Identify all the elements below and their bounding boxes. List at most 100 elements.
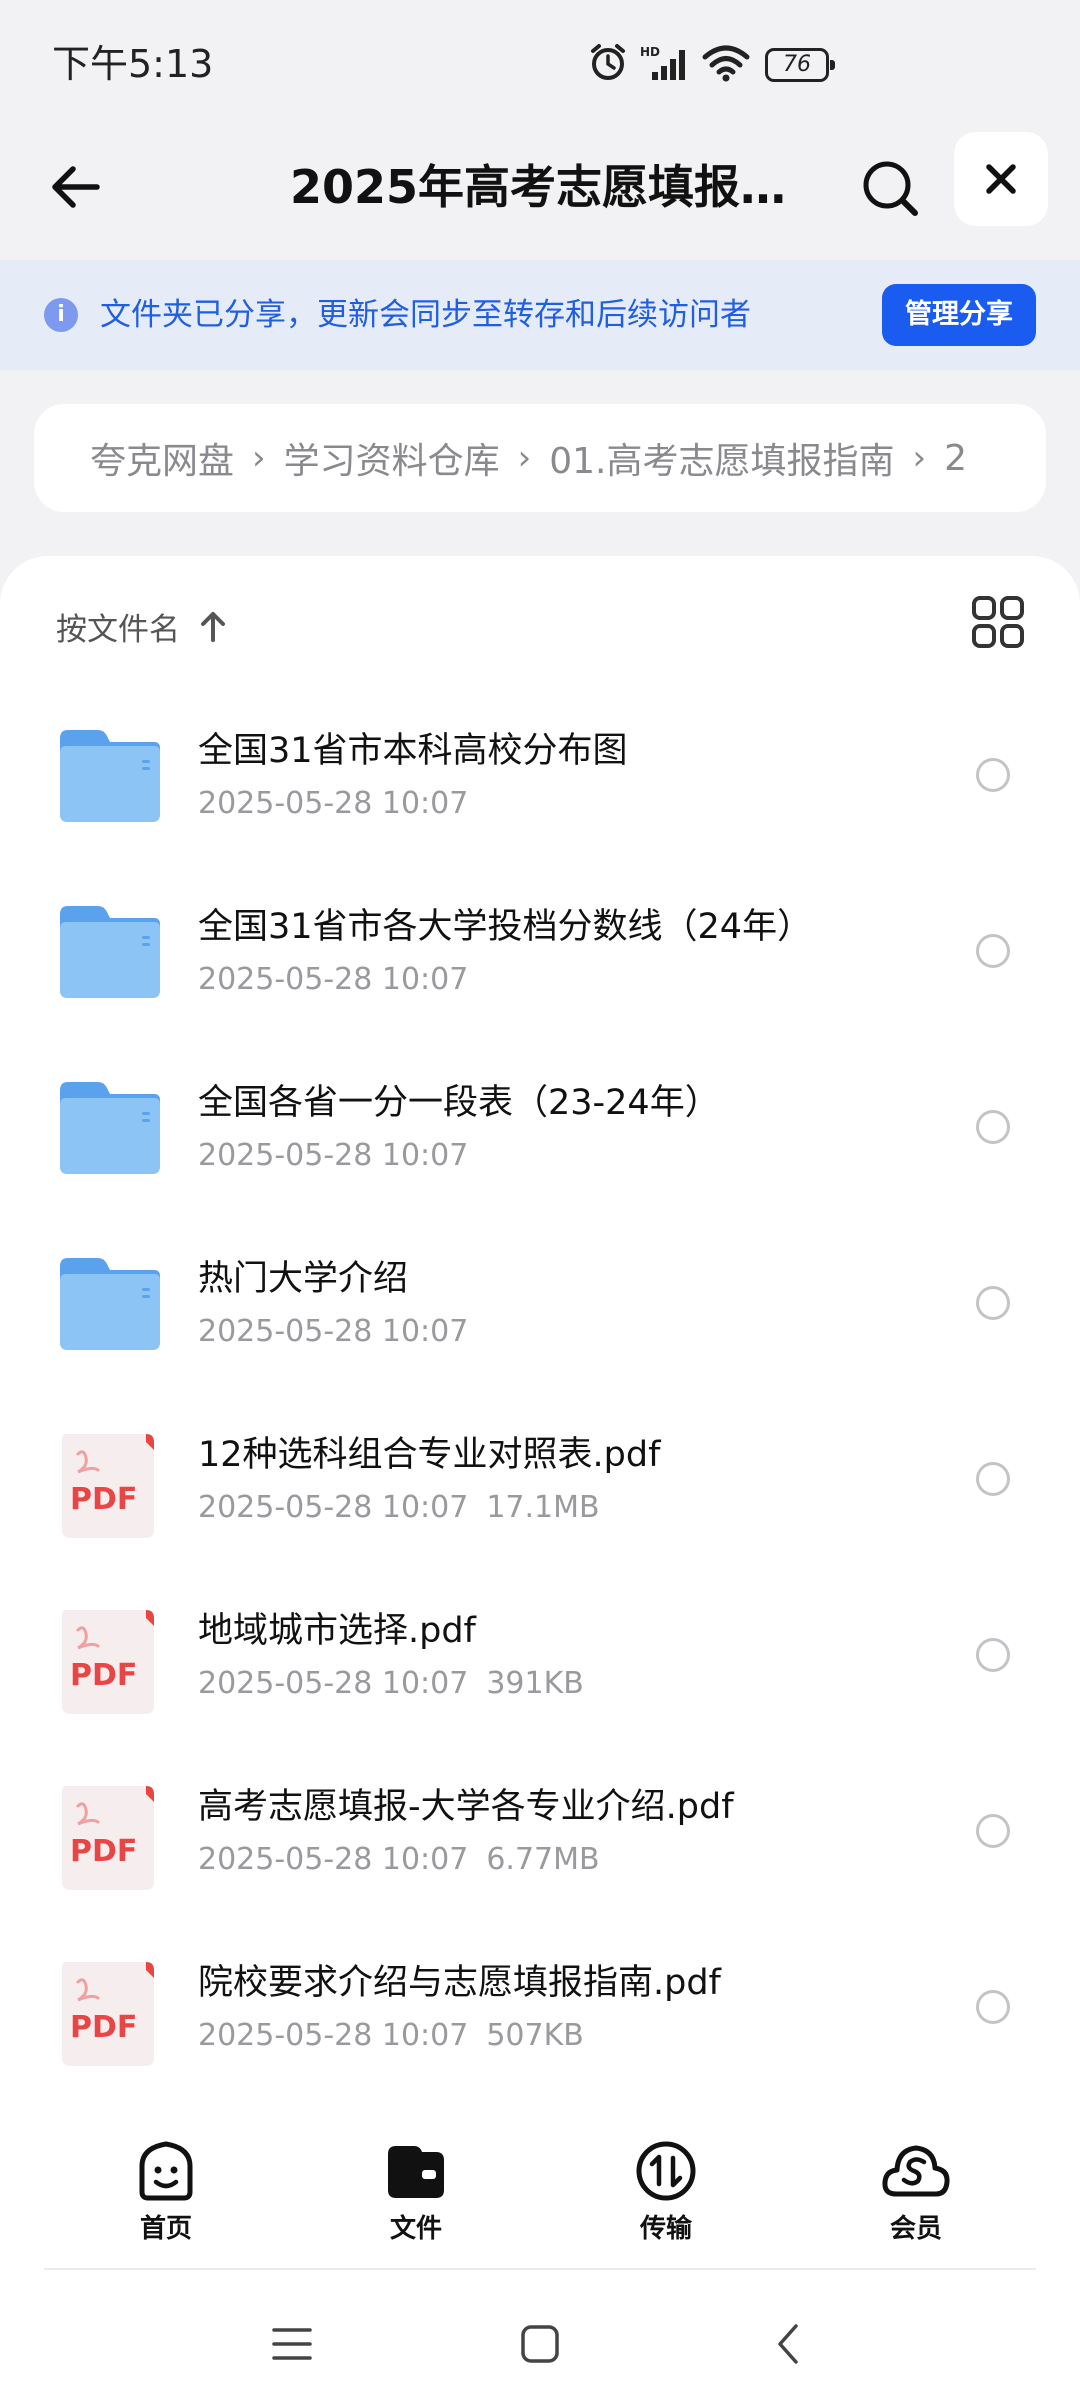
share-banner-text: 文件夹已分享，更新会同步至转存和后续访问者 — [100, 297, 751, 333]
breadcrumb-item-current[interactable]: 2 — [944, 438, 967, 479]
file-date: 2025-05-28 10:07 — [198, 786, 469, 821]
hd-signal-icon: HD — [640, 45, 685, 80]
breadcrumb: 夸克网盘 › 学习资料仓库 › 01.高考志愿填报指南 › 2 — [34, 404, 1046, 512]
breadcrumb-item-guide[interactable]: 01.高考志愿填报指南 — [549, 432, 894, 484]
folder-icon — [58, 1078, 162, 1178]
select-radio[interactable] — [976, 934, 1010, 968]
select-radio[interactable] — [976, 1638, 1010, 1672]
list-item[interactable]: 全国31省市各大学投档分数线（24年） 2025-05-28 10:07 — [0, 862, 1080, 1038]
file-name: 高考志愿填报-大学各专业介绍.pdf — [198, 1787, 734, 1827]
folder-wallet-icon — [388, 2146, 444, 2198]
menu-button[interactable] — [262, 2314, 322, 2374]
pdf-file-icon: PDF — [58, 1606, 162, 1714]
close-icon — [986, 164, 1016, 194]
grid-view-icon[interactable] — [970, 594, 1026, 650]
file-meta: 2025-05-28 10:07 — [198, 782, 468, 826]
breadcrumb-separator: › — [517, 438, 532, 478]
breadcrumb-item-quark-drive[interactable]: 夸克网盘 — [90, 432, 234, 484]
list-item[interactable]: PDF 院校要求介绍与志愿填报指南.pdf 2025-05-28 10:07 507K… — [0, 1918, 1080, 2094]
sort-ascending-icon — [198, 610, 228, 642]
status-time: 下午5:13 — [52, 41, 214, 86]
nav-label: 文件 — [389, 2214, 442, 2244]
file-date: 2025-05-28 10:07 — [198, 1490, 469, 1525]
list-item[interactable]: PDF 地域城市选择.pdf 2025-05-28 10:07 391KB — [0, 1566, 1080, 1742]
file-date: 2025-05-28 10:07 — [198, 1138, 469, 1173]
file-meta: 2025-05-28 10:07 507KB — [198, 2014, 584, 2058]
file-size: 507KB — [486, 2018, 584, 2053]
file-name: 全国各省一分一段表（23-24年） — [198, 1083, 720, 1123]
breadcrumb-separator: › — [912, 438, 927, 478]
nav-item-vip[interactable]: 会员 — [846, 2140, 986, 2260]
nav-divider — [44, 2268, 1036, 2270]
select-radio[interactable] — [976, 1462, 1010, 1496]
pdf-label: PDF — [70, 2010, 138, 2045]
info-icon: i — [44, 298, 78, 332]
file-name: 全国31省市各大学投档分数线（24年） — [198, 907, 813, 947]
transfer-icon — [636, 2141, 696, 2201]
folder-icon — [58, 902, 162, 1002]
pdf-file-icon: PDF — [58, 1430, 162, 1538]
close-button[interactable] — [954, 132, 1048, 226]
pdf-label: PDF — [70, 1834, 138, 1869]
file-date: 2025-05-28 10:07 — [198, 962, 469, 997]
pdf-file-icon: PDF — [58, 1782, 162, 1890]
select-radio[interactable] — [976, 1990, 1010, 2024]
menu-icon — [272, 2328, 312, 2360]
file-date: 2025-05-28 10:07 — [198, 1314, 469, 1349]
file-meta: 2025-05-28 10:07 6.77MB — [198, 1838, 600, 1882]
chevron-left-icon — [778, 2324, 798, 2364]
home-smile-icon — [139, 2141, 193, 2201]
bottom-nav: 首页 文件 传输 会员 — [0, 2120, 1080, 2270]
pdf-label: PDF — [70, 1658, 138, 1693]
svg-text:HD: HD — [640, 45, 660, 59]
select-radio[interactable] — [976, 758, 1010, 792]
share-banner: i 文件夹已分享，更新会同步至转存和后续访问者 管理分享 — [0, 260, 1080, 370]
file-meta: 2025-05-28 10:07 — [198, 1134, 468, 1178]
back-arrow-icon — [52, 166, 100, 208]
search-button[interactable] — [852, 150, 928, 226]
nav-label: 首页 — [139, 2214, 192, 2244]
nav-item-home[interactable]: 首页 — [96, 2140, 236, 2260]
header: 2025年高考志愿填报避... — [0, 120, 1080, 260]
sort-control[interactable]: 按文件名 — [56, 596, 228, 656]
vip-cloud-icon — [882, 2145, 950, 2197]
select-radio[interactable] — [976, 1814, 1010, 1848]
breadcrumb-item-study-library[interactable]: 学习资料仓库 — [284, 432, 500, 484]
list-item[interactable]: 热门大学介绍 2025-05-28 10:07 — [0, 1214, 1080, 1390]
search-icon — [863, 161, 918, 216]
system-nav-bar — [0, 2290, 1080, 2400]
system-back-button[interactable] — [758, 2314, 818, 2374]
file-meta: 2025-05-28 10:07 391KB — [198, 1662, 584, 1706]
file-size: 17.1MB — [486, 1490, 600, 1525]
nav-item-transfer[interactable]: 传输 — [596, 2140, 736, 2260]
alarm-icon — [591, 44, 625, 80]
file-meta: 2025-05-28 10:07 — [198, 1310, 468, 1354]
nav-label: 传输 — [639, 2214, 692, 2244]
select-radio[interactable] — [976, 1110, 1010, 1144]
list-item[interactable]: 全国各省一分一段表（23-24年） 2025-05-28 10:07 — [0, 1038, 1080, 1214]
sort-label: 按文件名 — [56, 611, 180, 648]
file-date: 2025-05-28 10:07 — [198, 1842, 469, 1877]
file-date: 2025-05-28 10:07 — [198, 2018, 469, 2053]
file-meta: 2025-05-28 10:07 — [198, 958, 468, 1002]
list-item[interactable]: PDF 12种选科组合专业对照表.pdf 2025-05-28 10:07 17.1M… — [0, 1390, 1080, 1566]
back-button[interactable] — [40, 152, 110, 222]
folder-icon — [58, 1254, 162, 1354]
select-radio[interactable] — [976, 1286, 1010, 1320]
file-meta: 2025-05-28 10:07 17.1MB — [198, 1486, 600, 1530]
file-date: 2025-05-28 10:07 — [198, 1666, 469, 1701]
file-list: 全国31省市本科高校分布图 2025-05-28 10:07 全国31省市各大学投档… — [0, 686, 1080, 2094]
list-item[interactable]: 全国31省市本科高校分布图 2025-05-28 10:07 — [0, 686, 1080, 862]
file-name: 院校要求介绍与志愿填报指南.pdf — [198, 1963, 721, 2003]
nav-item-files[interactable]: 文件 — [346, 2140, 486, 2260]
page-title: 2025年高考志愿填报避... — [290, 160, 810, 214]
file-size: 391KB — [486, 1666, 584, 1701]
home-button[interactable] — [510, 2314, 570, 2374]
square-icon — [521, 2325, 559, 2363]
wifi-icon — [702, 45, 750, 82]
pdf-label: PDF — [70, 1482, 138, 1517]
file-name: 12种选科组合专业对照表.pdf — [198, 1435, 661, 1475]
manage-share-button[interactable]: 管理分享 — [882, 284, 1036, 346]
folder-icon — [58, 726, 162, 826]
list-item[interactable]: PDF 高考志愿填报-大学各专业介绍.pdf 2025-05-28 10:07 6.7… — [0, 1742, 1080, 1918]
